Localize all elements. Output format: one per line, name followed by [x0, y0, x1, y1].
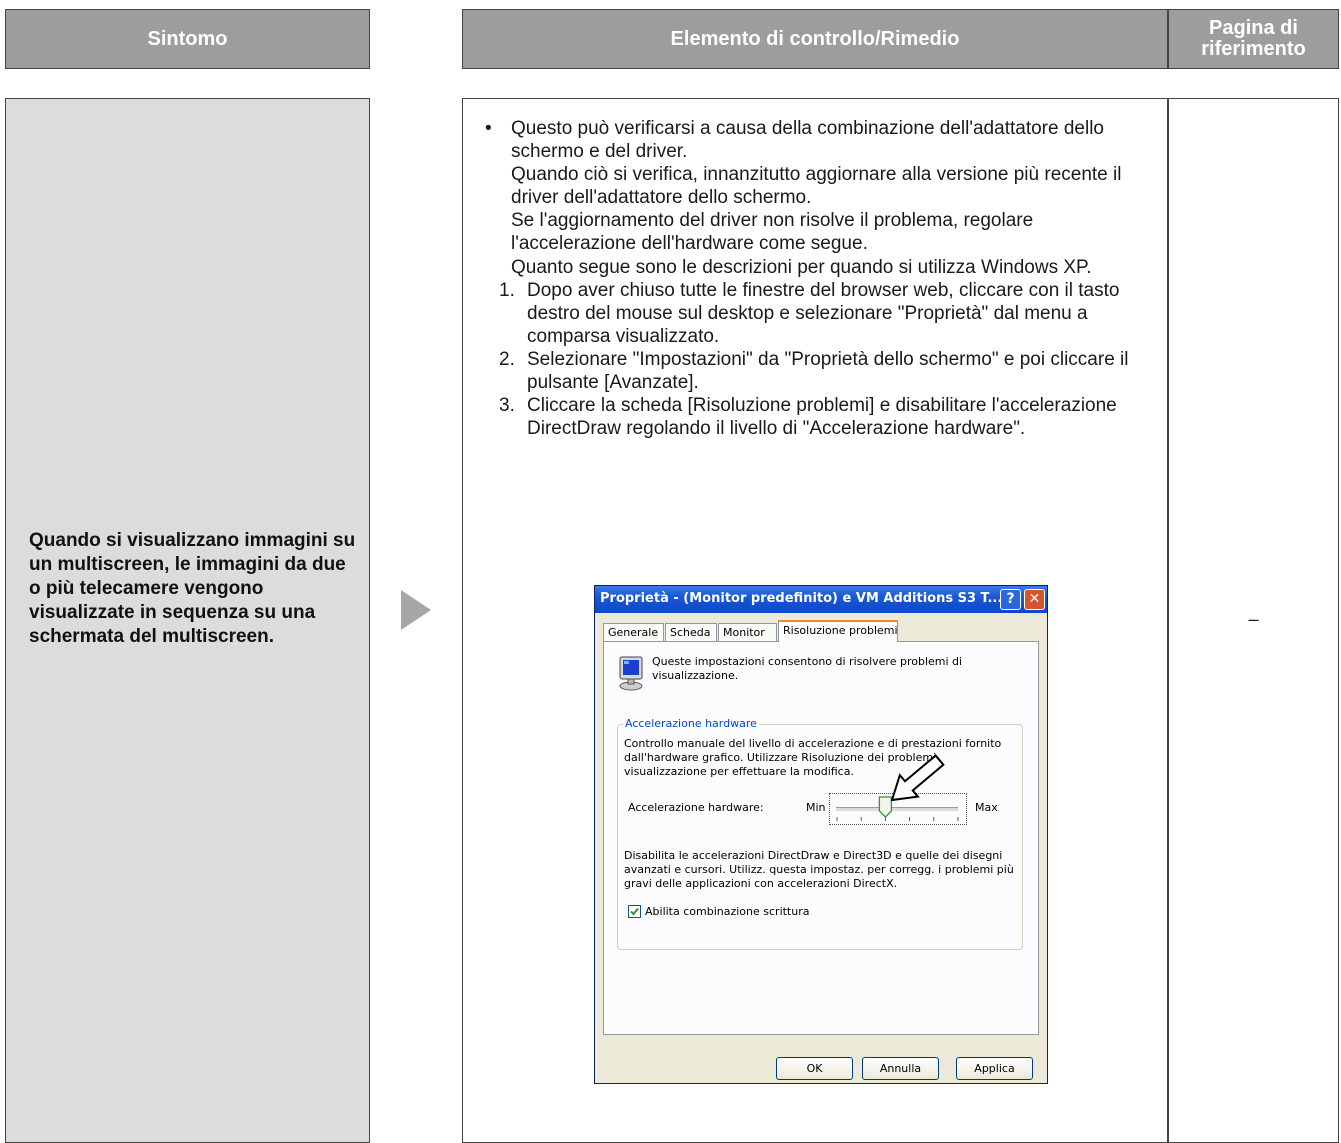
reference-value: –: [1248, 609, 1259, 629]
remedy-step: 2. Selezionare "Impostazioni" da "Propri…: [485, 348, 1160, 394]
remedy-bullet-item: • Questo può verificarsi a causa della c…: [485, 117, 1160, 279]
tab-monitor[interactable]: Monitor: [718, 623, 777, 641]
write-combining-option[interactable]: Abilita combinazione scrittura: [628, 905, 809, 918]
cancel-button[interactable]: Annulla: [862, 1057, 939, 1080]
slider-max-label: Max: [975, 801, 998, 814]
write-combining-checkbox[interactable]: [628, 905, 641, 918]
remedy-step: 3. Cliccare la scheda [Risoluzione probl…: [485, 394, 1160, 440]
dialog-title: Proprietà - (Monitor predefinito) e VM A…: [600, 591, 1003, 606]
close-button[interactable]: ✕: [1024, 589, 1045, 610]
display-properties-dialog: Proprietà - (Monitor predefinito) e VM A…: [594, 585, 1048, 1084]
help-button[interactable]: ?: [1000, 589, 1021, 610]
step-number: 3.: [499, 395, 515, 417]
header-reference-page: Pagina di riferimento: [1168, 9, 1339, 69]
monitor-icon: [619, 656, 643, 691]
remedy-text: • Questo può verificarsi a causa della c…: [485, 117, 1160, 440]
slider-ticks: [836, 817, 959, 821]
hardware-acceleration-group: Accelerazione hardware Controllo manuale…: [617, 717, 1023, 950]
acceleration-info: Disabilita le accelerazioni DirectDraw e…: [624, 849, 1014, 890]
bullet-icon: •: [485, 118, 492, 139]
row-arrow-icon: [401, 590, 431, 630]
troubleshoot-panel: Queste impostazioni consentono di risolv…: [603, 641, 1039, 1035]
tab-risoluzione-problemi[interactable]: Risoluzione problemi: [778, 620, 898, 642]
remedy-paragraph: Quanto segue sono le descrizioni per qua…: [511, 256, 1092, 278]
dialog-titlebar[interactable]: Proprietà - (Monitor predefinito) e VM A…: [595, 586, 1047, 613]
remedy-paragraph: Questo può verificarsi a causa della com…: [511, 118, 1104, 163]
symptom-text: Quando si visualizzano immagini su un mu…: [29, 530, 356, 647]
group-title: Accelerazione hardware: [623, 717, 759, 730]
slider-min-label: Min: [806, 801, 826, 814]
remedy-paragraph: Se l'aggiornamento del driver non risolv…: [511, 210, 1034, 255]
slider-label: Accelerazione hardware:: [628, 801, 764, 814]
remedy-step: 1. Dopo aver chiuso tutte le finestre de…: [485, 279, 1160, 348]
header-reference-line1: Pagina di: [1209, 17, 1298, 39]
reference-cell: –: [1168, 98, 1339, 1143]
header-symptom: Sintomo: [5, 9, 370, 69]
step-text: Dopo aver chiuso tutte le finestre del b…: [527, 279, 1120, 347]
step-number: 1.: [499, 279, 515, 301]
write-combining-label: Abilita combinazione scrittura: [645, 905, 810, 918]
remedy-paragraph: Quando ciò si verifica, innanzitutto agg…: [511, 164, 1122, 209]
panel-description: Queste impostazioni consentono di risolv…: [652, 655, 963, 682]
checkmark-icon: [630, 907, 639, 916]
tab-generale[interactable]: Generale: [603, 623, 664, 641]
apply-button[interactable]: Applica: [956, 1057, 1033, 1080]
header-check-remedy: Elemento di controllo/Rimedio: [462, 9, 1168, 69]
step-number: 2.: [499, 348, 515, 370]
step-text: Selezionare "Impostazioni" da "Proprietà…: [527, 348, 1129, 394]
tab-scheda[interactable]: Scheda: [665, 623, 717, 641]
symptom-cell: Quando si visualizzano immagini su un mu…: [5, 98, 370, 1143]
header-reference-line2: riferimento: [1201, 38, 1306, 60]
step-text: Cliccare la scheda [Risoluzione problemi…: [527, 395, 1117, 440]
ok-button[interactable]: OK: [776, 1057, 853, 1080]
pointer-arrow-icon: [890, 754, 945, 802]
